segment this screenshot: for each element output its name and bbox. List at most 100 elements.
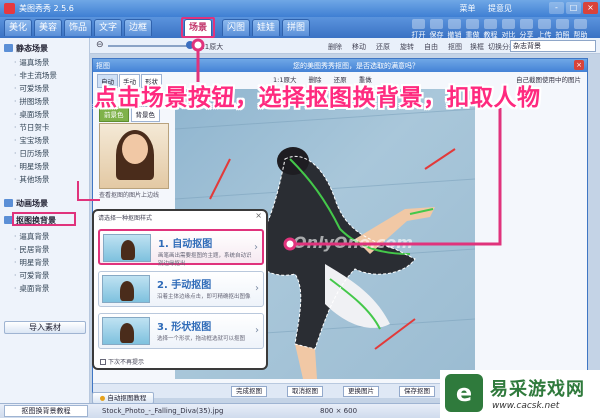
title-bar: 美图秀秀 2.5.6 菜单 提意见 - □ × xyxy=(0,0,600,17)
minimize-button[interactable]: - xyxy=(549,2,564,14)
thumbnail-caption: 查看抠图的图片上边线 xyxy=(99,192,160,199)
sidebar-item-folk-bg[interactable]: 民居背景 xyxy=(14,244,49,255)
main-tab-bar: 美化 美容 饰品 文字 边框 场景 闪图 娃娃 拼图 打开 保存 撤销 重做 教… xyxy=(0,17,600,40)
maximize-button[interactable]: □ xyxy=(566,2,581,14)
sidebar-item-star-bg[interactable]: 明星背景 xyxy=(14,257,49,268)
sidebar-item-realistic[interactable]: 逼真场景 xyxy=(14,57,49,68)
zoom-slider-knob[interactable] xyxy=(186,41,194,49)
static-scene-label: 静态场景 xyxy=(16,44,48,53)
window-controls: - □ × xyxy=(547,2,598,14)
canvas-watermark: OnlyOne.com xyxy=(293,233,413,252)
tab-flash[interactable]: 闪图 xyxy=(222,19,250,36)
sidebar-item-collage[interactable]: 拼图场景 xyxy=(14,96,49,107)
rotate-action[interactable]: 旋转 xyxy=(400,42,414,52)
finish-cutout-button[interactable]: 完成抠图 xyxy=(231,386,267,397)
help-tool[interactable]: 帮助 xyxy=(572,19,589,40)
auto-cutout-preview xyxy=(103,234,151,262)
scene-toolbar: ⊖ 1:1原大 删除 移动 还原 旋转 自由 抠图 换框 切换分类 杂志背景 xyxy=(90,38,600,54)
dont-show-again-label: 下次不再提示 xyxy=(108,359,145,366)
zoom-out-icon[interactable]: ⊖ xyxy=(96,40,104,50)
dialog-close-icon[interactable]: × xyxy=(574,60,584,70)
mode-picker-close-icon[interactable]: × xyxy=(255,211,262,220)
dialog-title: 抠图 xyxy=(96,62,110,70)
sidebar-item-baby[interactable]: 宝宝场景 xyxy=(14,135,49,146)
scene-category-select[interactable]: 杂志背景 xyxy=(510,40,596,52)
tab-collage[interactable]: 拼图 xyxy=(282,19,310,36)
preview-thumbnail xyxy=(99,123,169,189)
tab-face[interactable]: 美容 xyxy=(34,19,62,36)
manual-cutout-desc: 沿着主体边缘点击，即可精确抠出图像 xyxy=(157,294,251,300)
upload-tool[interactable]: 上传 xyxy=(536,19,553,40)
sidebar-item-real-bg[interactable]: 逼真背景 xyxy=(14,231,49,242)
checkbox-box[interactable] xyxy=(100,359,106,365)
tutorial-button-label: 自动抠图教程 xyxy=(107,394,147,402)
menu-button[interactable]: 菜单 xyxy=(459,4,475,13)
zoom-slider[interactable] xyxy=(108,45,188,47)
chevron-right-icon: › xyxy=(255,325,259,336)
window-title: 美图秀秀 2.5.6 xyxy=(19,4,74,13)
save-icon xyxy=(430,19,443,29)
sidebar-item-cute-bg[interactable]: 可爱背景 xyxy=(14,270,49,281)
tab-beautify[interactable]: 美化 xyxy=(4,19,32,36)
shape-cutout-option[interactable]: 3. 形状抠图 选择一个形状，拖动框选就可以抠图 › xyxy=(98,313,264,349)
compare-tool[interactable]: 对比 xyxy=(500,19,517,40)
sidebar-item-other[interactable]: 其他场景 xyxy=(14,174,49,185)
static-scene-section[interactable]: 静态场景 xyxy=(4,43,48,54)
cancel-cutout-button[interactable]: 取消抠图 xyxy=(287,386,323,397)
tab-frame[interactable]: 边框 xyxy=(124,19,152,36)
zoom-label[interactable]: 1:1原大 xyxy=(198,42,223,52)
tab-doll[interactable]: 娃娃 xyxy=(252,19,280,36)
tutorial-tool[interactable]: 教程 xyxy=(482,19,499,40)
sidebar-item-cute[interactable]: 可爱场景 xyxy=(14,83,49,94)
save-tool[interactable]: 保存 xyxy=(428,19,445,40)
move-action[interactable]: 移动 xyxy=(352,42,366,52)
camera-tool[interactable]: 拍照 xyxy=(554,19,571,40)
shape-cutout-desc: 选择一个形状，拖动框选就可以抠图 xyxy=(157,336,246,342)
tutorial-annotation: 点击场景按钮，选择抠图换背景，扣取人物 xyxy=(94,85,541,111)
change-image-button[interactable]: 更换图片 xyxy=(343,386,379,397)
save-cutout-button[interactable]: 保存抠图 xyxy=(399,386,435,397)
frame-action[interactable]: 换框 xyxy=(470,42,484,52)
close-button[interactable]: × xyxy=(583,2,598,14)
lightbulb-icon: ● xyxy=(99,394,106,402)
auto-cutout-option[interactable]: 1. 自动抠图 画笔画出需要抠图的主题，系统自动识别边缘抠出 › xyxy=(98,229,264,267)
undo-tool[interactable]: 撤销 xyxy=(446,19,463,40)
manual-cutout-preview xyxy=(102,275,150,303)
tab-text[interactable]: 文字 xyxy=(94,19,122,36)
sidebar-item-holiday[interactable]: 节日贺卡 xyxy=(14,122,49,133)
sidebar-item-calendar[interactable]: 日历场景 xyxy=(14,148,49,159)
sidebar-item-desktop[interactable]: 桌面场景 xyxy=(14,109,49,120)
compare-icon xyxy=(502,19,515,29)
redo-tool[interactable]: 重做 xyxy=(464,19,481,40)
status-image-size: 800 × 600 xyxy=(320,407,358,415)
open-tool[interactable]: 打开 xyxy=(410,19,427,40)
open-icon xyxy=(412,19,425,29)
cutout-tutorial-link[interactable]: 抠图换背景教程 xyxy=(4,405,88,417)
manual-cutout-option[interactable]: 2. 手动抠图 沿着主体边缘点击，即可精确抠出图像 › xyxy=(98,271,264,307)
tab-decor[interactable]: 饰品 xyxy=(64,19,92,36)
auto-cutout-name: 1. 自动抠图 xyxy=(158,239,213,250)
camera-icon xyxy=(556,19,569,29)
shape-cutout-preview xyxy=(102,317,150,345)
share-tool[interactable]: 分享 xyxy=(518,19,535,40)
restore-action[interactable]: 还原 xyxy=(376,42,390,52)
site-logo: e 易采游戏网 www.cacsk.net xyxy=(440,370,600,418)
feedback-button[interactable]: 提意见 xyxy=(488,4,512,13)
cutout-section-highlight xyxy=(12,212,76,226)
import-material-button[interactable]: 导入素材 xyxy=(4,321,86,334)
delete-action[interactable]: 删除 xyxy=(328,42,342,52)
shape-cutout-name: 3. 形状抠图 xyxy=(157,322,212,333)
book-icon xyxy=(484,19,497,29)
sidebar-item-nonmainstream[interactable]: 非主流场景 xyxy=(14,70,57,81)
free-action[interactable]: 自由 xyxy=(424,42,438,52)
dont-show-again-checkbox[interactable]: 下次不再提示 xyxy=(100,357,144,366)
sidebar-item-desktop-bg[interactable]: 桌面背景 xyxy=(14,283,49,294)
red-stroke xyxy=(424,148,456,170)
animated-scene-section[interactable]: 动画场景 xyxy=(4,198,48,209)
manual-cutout-name: 2. 手动抠图 xyxy=(157,280,212,291)
cutout-action[interactable]: 抠图 xyxy=(448,42,462,52)
red-stroke xyxy=(209,158,231,200)
sidebar-item-star[interactable]: 明星场景 xyxy=(14,161,49,172)
status-filename: Stock_Photo_-_Falling_Diva(35).jpg xyxy=(102,407,224,415)
scene-tab-highlight xyxy=(181,17,215,38)
